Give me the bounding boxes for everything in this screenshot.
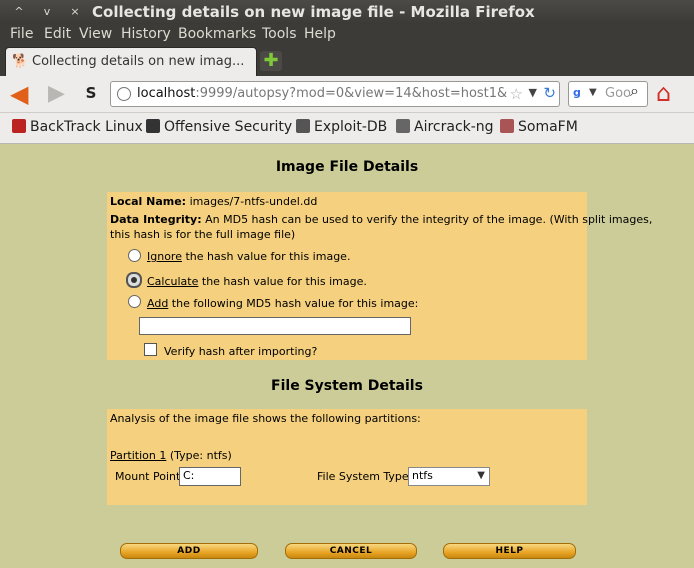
partition-link[interactable]: Partition 1 <box>110 449 166 462</box>
verify-hash-checkbox[interactable] <box>144 343 157 356</box>
somafm-icon <box>500 119 514 133</box>
reload-icon[interactable]: ↻ <box>543 84 556 102</box>
menu-tools[interactable]: Tools <box>262 26 297 42</box>
image-details-heading: Image File Details <box>275 159 419 175</box>
globe-icon <box>117 87 131 101</box>
menu-help[interactable]: Help <box>304 26 336 42</box>
menu-view[interactable]: View <box>79 26 112 42</box>
menu-file[interactable]: File <box>10 26 33 42</box>
bookmark-star-icon[interactable]: ☆ <box>510 85 523 103</box>
fs-details-heading: File System Details <box>271 378 423 394</box>
add-button[interactable]: ADD <box>120 543 258 559</box>
ignore-label: Ignore the hash value for this image. <box>147 250 351 263</box>
home-icon[interactable]: ⌂ <box>656 80 684 106</box>
url-bar[interactable]: localhost:9999/autopsy?mod=0&view=14&hos… <box>110 81 560 107</box>
exploit-db-icon <box>296 119 310 133</box>
add-radio[interactable] <box>128 295 141 308</box>
url-dropdown-icon[interactable]: ▼ <box>529 86 537 99</box>
title-bar: ^ v × Collecting details on new image fi… <box>0 0 694 24</box>
new-tab-icon[interactable]: ✚ <box>260 51 282 71</box>
integrity-text-1: Data Integrity: An MD5 hash can be used … <box>110 213 653 226</box>
verify-hash-label: Verify hash after importing? <box>164 345 318 358</box>
forward-arrow-icon[interactable]: ▶ <box>48 83 74 105</box>
ignore-radio[interactable] <box>128 249 141 262</box>
partition-row: Partition 1 (Type: ntfs) <box>110 449 232 462</box>
calculate-radio[interactable] <box>126 272 142 288</box>
navigation-bar: ◀ ▶ S localhost:9999/autopsy?mod=0&view=… <box>0 76 694 113</box>
mount-point-input[interactable]: C: <box>179 467 241 486</box>
s-extension-icon[interactable]: S <box>82 84 100 102</box>
select-arrow-icon: ▼ <box>477 470 485 481</box>
offensive-security-icon <box>146 119 160 133</box>
maximize-icon[interactable]: v <box>39 4 55 20</box>
tab-label: Collecting details on new imag... <box>32 54 245 69</box>
bookmark-offensive-security[interactable]: Offensive Security <box>146 119 292 135</box>
fs-type-select[interactable]: ntfs ▼ <box>408 467 490 486</box>
analysis-text: Analysis of the image file shows the fol… <box>110 412 421 425</box>
google-icon[interactable]: g <box>573 86 587 100</box>
tab-bar: 🐕 Collecting details on new imag... ✚ <box>0 46 694 76</box>
search-engine-dropdown-icon[interactable]: ▼ <box>589 87 597 98</box>
bookmarks-toolbar: BackTrack Linux Offensive Security Explo… <box>0 113 694 144</box>
mount-point-label: Mount Point: <box>115 470 184 483</box>
bookmark-aircrack[interactable]: Aircrack-ng <box>396 119 494 135</box>
help-button[interactable]: HELP <box>443 543 576 559</box>
menu-bar: File Edit View History Bookmarks Tools H… <box>0 24 694 46</box>
add-label: Add the following MD5 hash value for thi… <box>147 297 419 310</box>
menu-edit[interactable]: Edit <box>44 26 71 42</box>
image-details-box: Local Name: images/7-ntfs-undel.dd Data … <box>107 192 652 360</box>
bookmark-exploit-db[interactable]: Exploit-DB <box>296 119 387 135</box>
url-text: localhost:9999/autopsy?mod=0&view=14&hos… <box>137 86 508 101</box>
calculate-label: Calculate the hash value for this image. <box>147 275 367 288</box>
minimize-icon[interactable]: ^ <box>11 4 27 20</box>
md5-hash-input[interactable] <box>139 317 411 335</box>
autopsy-favicon-icon: 🐕 <box>12 54 29 69</box>
window-title: Collecting details on new image file - M… <box>92 3 535 21</box>
aircrack-icon <box>396 119 410 133</box>
menu-bookmarks[interactable]: Bookmarks <box>178 26 256 42</box>
search-magnifier-icon[interactable]: ⌕ <box>630 81 639 101</box>
cancel-button[interactable]: CANCEL <box>285 543 417 559</box>
backtrack-icon <box>12 119 26 133</box>
menu-history[interactable]: History <box>121 26 171 42</box>
browser-window: ^ v × Collecting details on new image fi… <box>0 0 694 568</box>
fs-details-box: Analysis of the image file shows the fol… <box>107 409 587 505</box>
bookmark-somafm[interactable]: SomaFM <box>500 119 578 135</box>
tab-active[interactable]: 🐕 Collecting details on new imag... <box>5 47 257 76</box>
fs-type-label: File System Type: <box>317 470 413 483</box>
search-input[interactable]: Goo <box>605 86 631 101</box>
bookmark-backtrack[interactable]: BackTrack Linux <box>12 119 143 135</box>
back-arrow-icon[interactable]: ◀ <box>10 82 38 106</box>
local-name-row: Local Name: images/7-ntfs-undel.dd <box>110 195 318 208</box>
integrity-text-2: this hash is for the full image file) <box>110 228 296 241</box>
close-icon[interactable]: × <box>67 4 83 20</box>
